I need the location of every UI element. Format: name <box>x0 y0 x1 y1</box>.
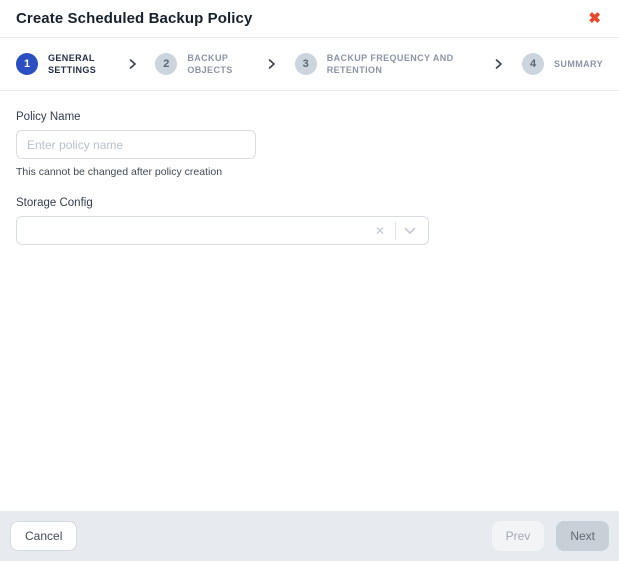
chevron-right-icon <box>129 59 137 69</box>
next-button[interactable]: Next <box>556 521 609 551</box>
step-label: Backup Frequency and Retention <box>327 52 477 76</box>
step-label: General Settings <box>48 52 110 76</box>
step-number-badge: 3 <box>295 53 317 75</box>
create-backup-policy-modal: Create Scheduled Backup Policy ✖ 1 Gener… <box>0 0 619 561</box>
footer-right-actions: Prev Next <box>492 521 609 551</box>
modal-body: Policy Name This cannot be changed after… <box>0 91 619 511</box>
storage-config-field-group: Storage Config ✕ <box>16 197 603 245</box>
modal-header: Create Scheduled Backup Policy ✖ <box>0 0 619 38</box>
step-general-settings[interactable]: 1 General Settings <box>16 52 110 76</box>
cancel-button[interactable]: Cancel <box>10 521 77 551</box>
step-number-badge: 4 <box>522 53 544 75</box>
prev-button[interactable]: Prev <box>492 521 545 551</box>
close-icon[interactable]: ✖ <box>586 9 603 28</box>
step-summary[interactable]: 4 Summary <box>522 53 603 75</box>
step-number-badge: 2 <box>155 53 177 75</box>
policy-name-label: Policy Name <box>16 111 603 123</box>
policy-name-helper-text: This cannot be changed after policy crea… <box>16 166 603 178</box>
step-label: Summary <box>554 58 603 70</box>
policy-name-field-group: Policy Name This cannot be changed after… <box>16 111 603 178</box>
chevron-right-icon <box>268 59 276 69</box>
modal-footer: Cancel Prev Next <box>0 511 619 561</box>
wizard-stepper: 1 General Settings 2 Backup Objects 3 Ba… <box>0 38 619 91</box>
modal-title: Create Scheduled Backup Policy <box>16 10 252 27</box>
step-backup-frequency-retention[interactable]: 3 Backup Frequency and Retention <box>295 52 477 76</box>
chevron-down-icon[interactable] <box>400 225 420 237</box>
step-label: Backup Objects <box>187 52 249 76</box>
storage-config-label: Storage Config <box>16 197 603 209</box>
step-number-badge: 1 <box>16 53 38 75</box>
clear-icon[interactable]: ✕ <box>369 223 391 239</box>
storage-config-select[interactable]: ✕ <box>16 216 429 245</box>
step-backup-objects[interactable]: 2 Backup Objects <box>155 52 249 76</box>
select-divider <box>395 222 396 240</box>
chevron-right-icon <box>495 59 503 69</box>
policy-name-input[interactable] <box>16 130 256 159</box>
